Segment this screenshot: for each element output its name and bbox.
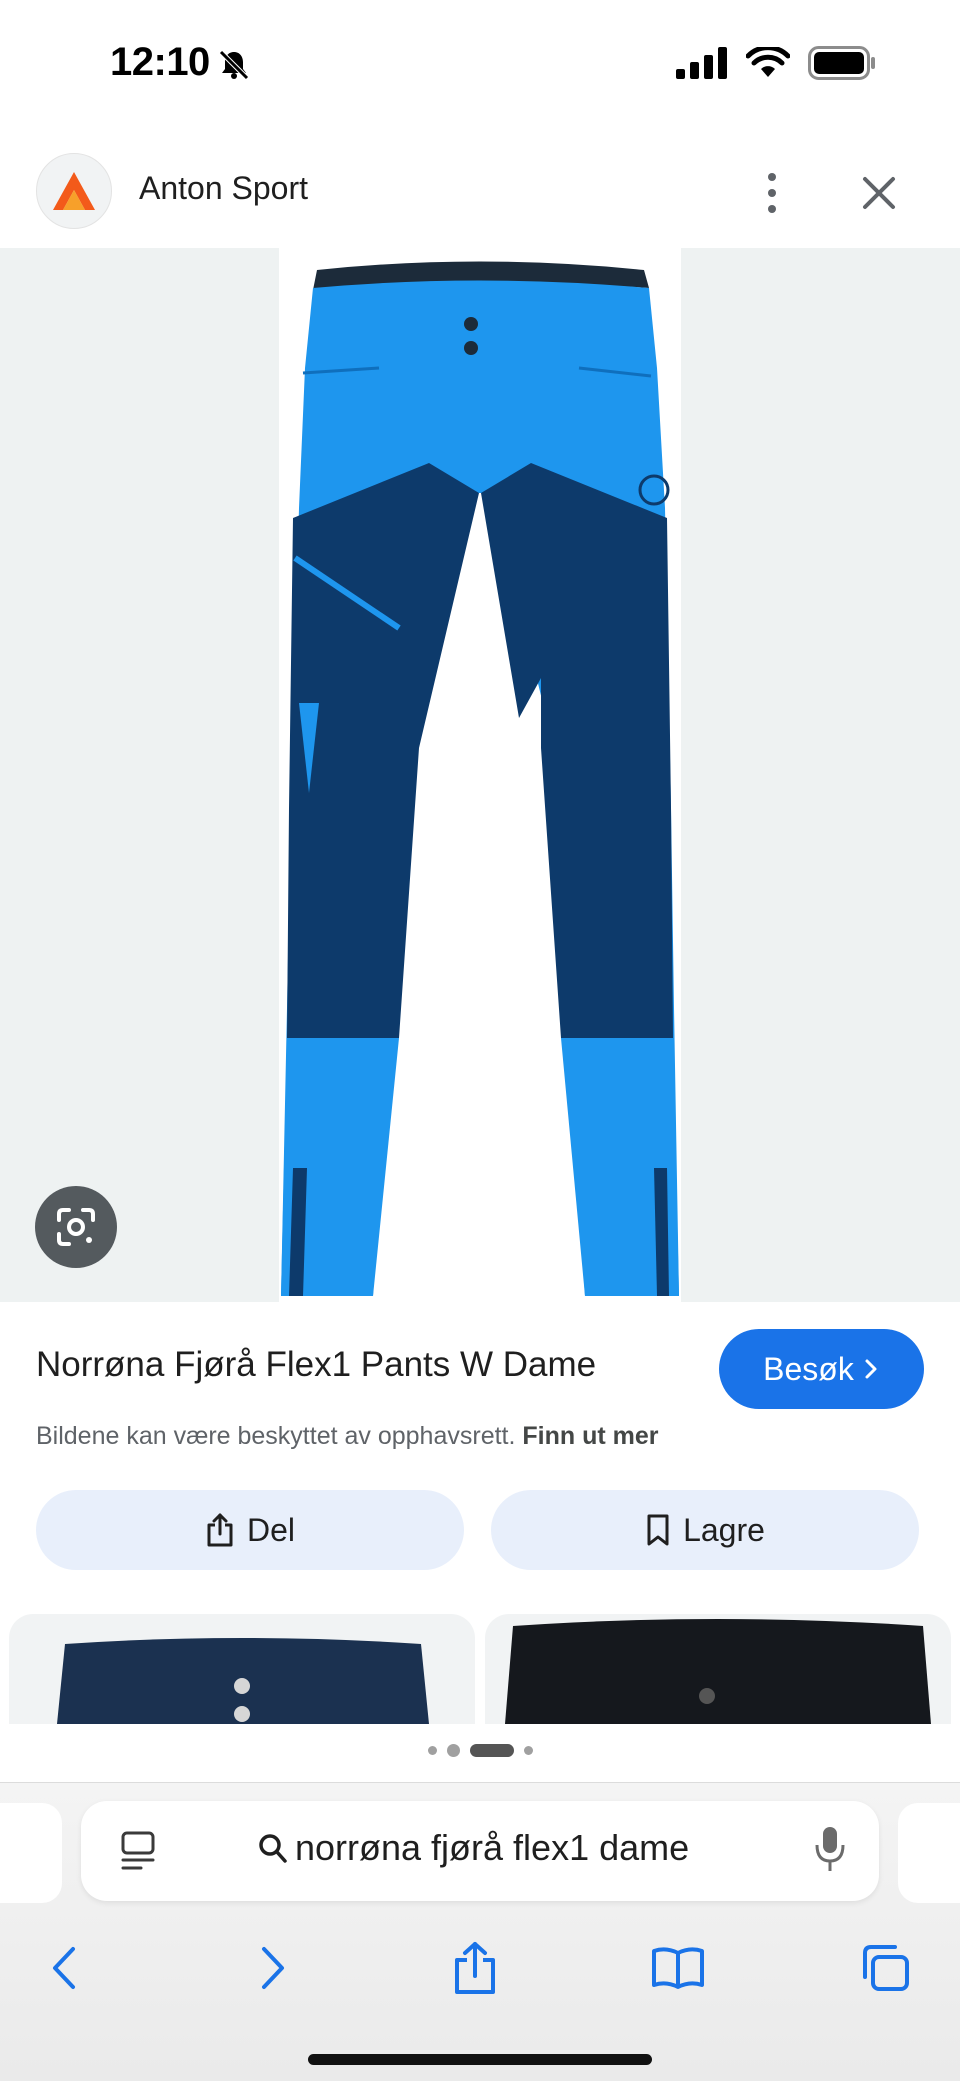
page-indicator [0,1744,960,1757]
related-pants-navy [57,1638,429,1724]
cellular-signal-icon [676,47,727,79]
microphone-icon[interactable] [813,1823,847,1875]
product-image-area[interactable] [0,248,960,1302]
product-title: Norrøna Fjørå Flex1 Pants W Dame [36,1345,597,1384]
lens-glyph [57,1208,95,1246]
next-tab-preview[interactable] [898,1803,960,1903]
status-time: 12:10 [110,40,210,84]
site-name[interactable]: Anton Sport [139,170,308,207]
share-icon [207,1513,233,1547]
browser-bottom-bar: norrøna fjørå flex1 dame [0,1782,960,2081]
site-header: Anton Sport [0,150,960,250]
browser-toolbar [0,1933,960,2013]
visit-label: Besøk [763,1350,854,1387]
copyright-text: Bildene kan være beskyttet av opphavsret… [36,1422,516,1450]
related-image-2[interactable] [485,1614,951,1724]
address-bar[interactable]: norrøna fjørå flex1 dame [81,1801,879,1901]
close-icon[interactable] [856,170,902,216]
search-field[interactable]: norrøna fjørå flex1 dame [257,1827,689,1869]
status-icons [676,46,876,80]
page-dot [427,1746,437,1755]
home-indicator[interactable] [308,2054,652,2065]
browser-share-icon[interactable] [445,1933,505,2003]
search-icon [259,1834,287,1863]
anton-sport-logo-icon[interactable] [36,153,112,229]
learn-more-link[interactable]: Finn ut mer [522,1422,658,1450]
save-label: Lagre [683,1511,765,1548]
reader-icon[interactable] [119,1829,159,1873]
forward-icon[interactable] [243,1933,303,2003]
bookmarks-icon[interactable] [648,1933,708,2003]
back-icon[interactable] [34,1933,94,2003]
page-dot [523,1746,533,1755]
tabs-icon[interactable] [855,1933,915,2003]
share-button[interactable]: Del [36,1490,464,1570]
copyright-notice: Bildene kan være beskyttet av opphavsret… [36,1422,659,1451]
visit-button[interactable]: Besøk [719,1329,924,1409]
related-pants-black [505,1619,931,1724]
more-vertical-icon[interactable] [752,168,792,218]
bookmark-icon [647,1514,669,1546]
share-label: Del [246,1511,295,1548]
pants-image [281,261,679,1296]
page-dot-active [469,1744,514,1757]
page-dot [446,1744,460,1757]
save-button[interactable]: Lagre [491,1490,919,1570]
previous-tab-preview[interactable] [0,1803,62,1903]
battery-icon [808,46,875,80]
wifi-icon [746,47,790,77]
search-query: norrøna fjørå flex1 dame [295,1827,690,1868]
anton-sport-logo-mark [53,172,95,210]
product-image[interactable] [279,248,681,1302]
bell-slash-icon [219,50,249,80]
google-lens-icon[interactable] [35,1186,117,1268]
chevron-right-icon [865,1359,877,1379]
related-image-1[interactable] [9,1614,475,1724]
status-bar: 12:10 [0,0,960,130]
